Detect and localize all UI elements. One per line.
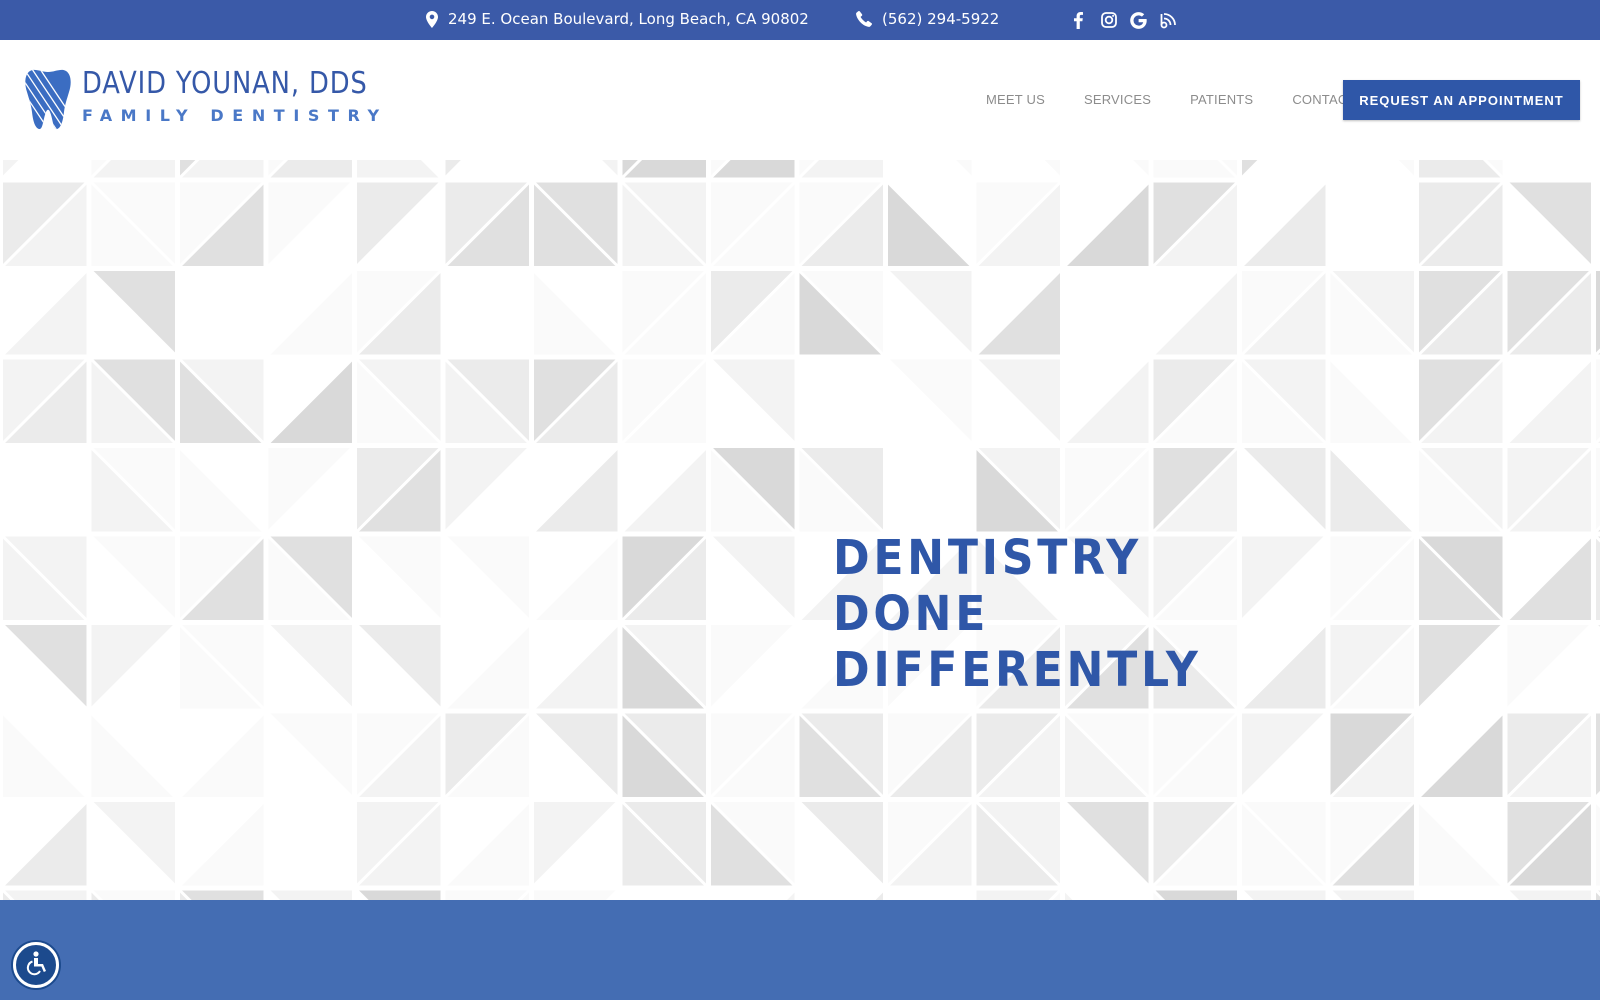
address[interactable]: 249 E. Ocean Boulevard, Long Beach, CA 9…	[426, 10, 809, 28]
pattern-triangle	[1596, 271, 1600, 355]
pattern-triangle	[799, 890, 883, 900]
logo-text: DAVID YOUNAN, DDS FAMILY DENTISTRY	[82, 66, 414, 126]
pattern-triangle	[711, 890, 795, 900]
pattern-triangle	[888, 890, 972, 900]
instagram-icon[interactable]	[1100, 10, 1117, 30]
pattern-triangle	[1596, 536, 1600, 620]
nav-services[interactable]: SERVICES	[1084, 92, 1151, 107]
pattern-triangle	[91, 890, 175, 900]
headline-line-1: DENTISTRY	[833, 530, 1142, 586]
pattern-triangle	[180, 890, 264, 900]
pattern-triangle	[357, 890, 441, 900]
logo-name: DAVID YOUNAN, DDS	[82, 66, 368, 101]
blue-band	[0, 900, 1600, 1000]
nav-meet-us[interactable]: MEET US	[986, 92, 1045, 107]
pattern-triangle	[534, 890, 618, 900]
headline-line-3: DIFFERENTLY	[833, 642, 1202, 698]
pattern-triangle	[976, 890, 1060, 900]
triangle-pattern-background	[1, 160, 1600, 900]
pattern-triangle	[1242, 890, 1326, 900]
pattern-triangle	[268, 890, 352, 900]
facebook-icon[interactable]	[1070, 10, 1087, 30]
top-bar: 249 E. Ocean Boulevard, Long Beach, CA 9…	[0, 0, 1600, 40]
hero-section: DENTISTRY DONE DIFFERENTLY	[0, 160, 1600, 900]
pattern-triangle	[1596, 713, 1600, 797]
logo[interactable]: DAVID YOUNAN, DDS FAMILY DENTISTRY	[24, 68, 414, 130]
phone[interactable]: (562) 294-5922	[856, 10, 999, 28]
accessibility-button[interactable]	[13, 942, 59, 988]
pattern-triangle	[1596, 359, 1600, 443]
headline-line-2: DONE	[833, 586, 990, 642]
site-header: DAVID YOUNAN, DDS FAMILY DENTISTRY MEET …	[0, 40, 1600, 160]
phone-icon	[856, 11, 872, 27]
pattern-triangle	[445, 890, 529, 900]
pattern-triangle	[1507, 890, 1591, 900]
logo-subtitle: FAMILY DENTISTRY	[82, 106, 388, 125]
accessibility-icon	[22, 949, 50, 982]
address-text: 249 E. Ocean Boulevard, Long Beach, CA 9…	[448, 10, 809, 28]
hero-headline: DENTISTRY DONE DIFFERENTLY	[833, 530, 1202, 698]
pattern-triangle	[1330, 890, 1414, 900]
pattern-triangle	[1596, 448, 1600, 532]
request-appointment-button[interactable]: REQUEST AN APPOINTMENT	[1343, 80, 1580, 120]
pattern-triangle	[1596, 625, 1600, 709]
pattern-triangle	[1153, 890, 1237, 900]
nav-patients[interactable]: PATIENTS	[1190, 92, 1253, 107]
pattern-triangle	[622, 890, 706, 900]
pattern-triangle	[1419, 890, 1503, 900]
phone-text: (562) 294-5922	[882, 10, 1000, 28]
pattern-triangle	[1596, 802, 1600, 886]
blog-icon[interactable]	[1160, 10, 1177, 30]
main-nav: MEET US SERVICES PATIENTS CONTACT	[986, 92, 1356, 107]
google-icon[interactable]	[1130, 10, 1147, 30]
pattern-triangle	[1596, 182, 1600, 266]
map-pin-icon	[426, 10, 438, 28]
pattern-triangle	[1065, 890, 1149, 900]
social-links	[1070, 10, 1177, 30]
tooth-logo-icon	[24, 68, 72, 130]
pattern-triangle	[3, 890, 87, 900]
